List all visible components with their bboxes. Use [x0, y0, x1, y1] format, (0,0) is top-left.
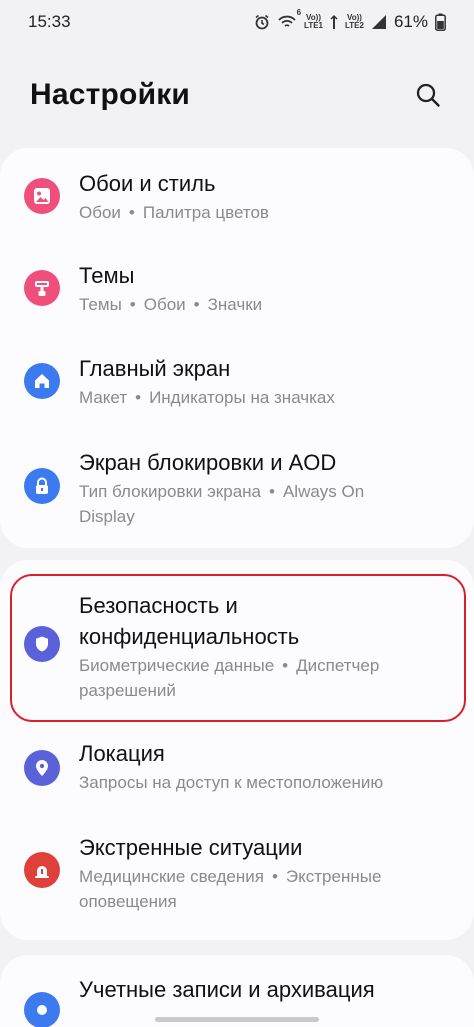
header: Настройки	[0, 70, 474, 120]
settings-item-lock-screen[interactable]: Экран блокировки и AOD Тип блокировки эк…	[0, 442, 474, 542]
emergency-icon	[24, 852, 60, 888]
settings-item-location[interactable]: Локация Запросы на доступ к местоположен…	[0, 732, 474, 820]
page-title: Настройки	[30, 78, 191, 111]
network-lte2: Vo)) LTE2	[345, 13, 364, 30]
item-title: Темы	[79, 263, 135, 288]
settings-item-home-screen[interactable]: Главный экран Макет • Индикаторы на значка…	[0, 348, 474, 432]
item-title: Локация	[79, 741, 165, 766]
themes-icon	[24, 270, 60, 306]
battery-icon	[435, 13, 446, 31]
item-title: Учетные записи и архивация	[79, 977, 375, 1002]
search-icon	[416, 83, 440, 107]
item-subtitle: Макет • Индикаторы на значках	[79, 388, 335, 407]
location-icon	[24, 750, 60, 786]
status-bar: 15:33 6 Vo)) LTE1 Vo)) LTE2 61%	[0, 0, 474, 44]
accounts-icon	[24, 992, 60, 1027]
alarm-icon	[254, 14, 270, 30]
settings-item-wallpaper[interactable]: Обои и стиль Обои • Палитра цветов	[0, 160, 474, 244]
item-title: Безопасность и	[79, 593, 238, 618]
battery-level: 61%	[393, 12, 428, 31]
status-icons: 6 Vo)) LTE1 Vo)) LTE2 61%	[254, 8, 446, 32]
item-subtitle: Темы • Обои • Значки	[79, 295, 263, 314]
home-icon	[24, 363, 60, 399]
item-title: Экран блокировки и AOD	[79, 450, 337, 475]
settings-item-security-privacy[interactable]: Безопасность и конфиденциальность Биомет…	[0, 576, 474, 722]
gesture-nav-handle[interactable]	[155, 1017, 319, 1022]
wifi-icon: 6	[277, 8, 301, 30]
item-subtitle: Медицинские сведения • Экстренные	[79, 867, 382, 886]
item-subtitle: Биометрические данные • Диспетчер	[79, 656, 380, 675]
signal-bars-icon	[371, 14, 387, 30]
item-title: Обои и стиль	[79, 171, 216, 196]
item-title-wrap: конфиденциальность	[79, 624, 300, 649]
shield-icon	[24, 626, 60, 662]
status-time: 15:33	[28, 12, 71, 31]
item-subtitle-wrap: разрешений	[79, 681, 176, 700]
item-title: Главный экран	[79, 356, 231, 381]
settings-item-emergency[interactable]: Экстренные ситуации Медицинские сведения…	[0, 826, 474, 926]
settings-screen: 15:33 6 Vo)) LTE1 Vo)) LTE2 61% Настройк…	[0, 0, 474, 1027]
item-title: Экстренные ситуации	[79, 835, 303, 860]
item-subtitle: Тип блокировки экрана • Always On	[79, 482, 365, 501]
wifi-badge: 6	[296, 8, 302, 17]
item-subtitle: Запросы на доступ к местоположению	[79, 773, 384, 792]
wallpaper-icon	[24, 178, 60, 214]
item-subtitle-wrap: оповещения	[79, 892, 177, 911]
lock-icon	[24, 468, 60, 504]
network-lte1: Vo)) LTE1	[304, 13, 323, 30]
settings-item-themes[interactable]: Темы Темы • Обои • Значки	[0, 254, 474, 338]
signal-icon-1	[330, 14, 338, 30]
item-subtitle-wrap: Display	[79, 507, 135, 526]
search-button[interactable]	[410, 77, 446, 113]
item-subtitle: Обои • Палитра цветов	[79, 203, 269, 222]
